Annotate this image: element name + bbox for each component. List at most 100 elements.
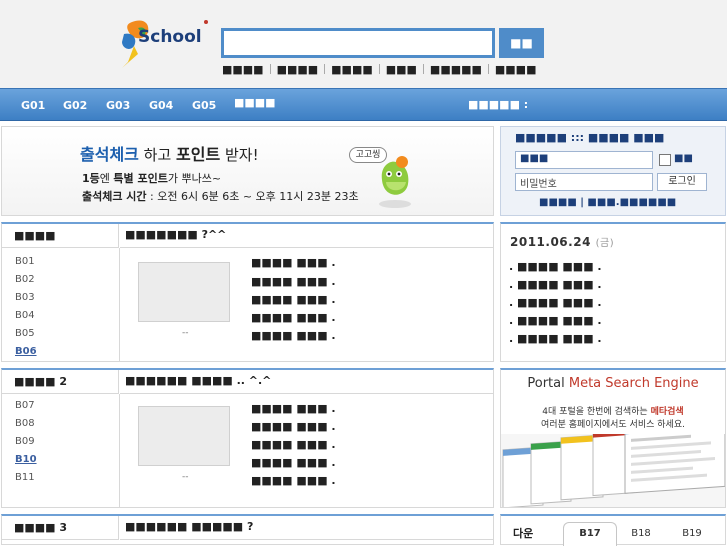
meta-title: Portal Meta Search Engine [501,376,725,391]
block-subtitle: ■■■■■■■ ?^^ [120,224,493,248]
id-field[interactable]: ■■■ [515,151,653,169]
signup-link[interactable]: ■■■■ [539,197,577,208]
banner-text: 받자! [220,146,258,164]
thumbnail[interactable] [138,406,230,466]
svg-text:School: School [138,27,202,47]
category-link[interactable]: B05 [15,328,35,339]
find-account-link[interactable]: ■■■.■■■■■■ [587,197,676,208]
divider: | [580,197,584,208]
article-link[interactable]: ■■■■ ■■■ . [251,456,336,469]
quick-link[interactable]: ■■■■ [271,63,325,76]
block-subtitle: ■■■■■■ ■■■■■ ? [120,516,493,540]
search-box [221,28,495,58]
nav-item-g02[interactable]: G02 [63,89,87,120]
category-link[interactable]: B09 [15,436,35,447]
login-button[interactable]: 로그인 [657,173,707,191]
quick-link[interactable]: ■■■■ [325,63,379,76]
banner-text: 가 뿌나쓰~ [168,172,221,185]
article-link[interactable]: ■■■■ ■■■ . [251,311,336,324]
meta-desc: 여러분 홈페이지에서도 서비스 하세요. [501,417,725,430]
block-title: ■■■■ 3 [2,516,119,540]
nav-item-g01[interactable]: G01 [21,89,45,120]
category-link-active[interactable]: B10 [15,454,37,465]
quick-link[interactable]: ■■■■ [489,63,543,76]
banner-text: : 오전 6시 6분 6초 ~ 오후 11시 23분 23초 [147,190,359,203]
quick-link[interactable]: ■■■■ [222,63,270,76]
meta-search-banner[interactable]: Portal Meta Search Engine 4대 포털을 한번에 검색하… [500,368,726,508]
remember-checkbox[interactable] [659,154,671,166]
category-link[interactable]: B03 [15,292,35,303]
banner-bold: 출석체크 시간 [82,190,147,203]
banner-keyword: 출석체크 [80,145,139,164]
banner-text: 엔 [100,172,114,185]
category-link[interactable]: B11 [15,472,35,483]
article-link[interactable]: ■■■■ ■■■ . [251,420,336,433]
meta-title-text: Portal [527,376,568,391]
thumbnail-caption: -- [182,472,189,482]
block-title: ■■■■ [2,224,119,248]
article-link[interactable]: ■■■■ ■■■ . [251,402,336,415]
notice-link[interactable]: . ■■■■ ■■■ . [509,260,602,273]
meta-title-highlight: Meta Search Engine [569,376,699,391]
category-link[interactable]: B01 [15,256,35,267]
block-subtitle: ■■■■■■ ■■■■ .. ^.^ [120,370,493,394]
article-link[interactable]: ■■■■ ■■■ . [251,275,336,288]
weekday: (금) [596,238,615,249]
login-box: ■■■■■ ::: ■■■■ ■■■ ■■■ ■■ 비밀번호 로그인 ■■■■ … [500,126,726,216]
header: School ■■ ■■■■ ■■■■ ■■■■ ■■■ ■■■■■ ■■■■ [0,0,727,88]
banner-keyword: 포인트 [176,145,220,164]
thumbnail[interactable] [138,262,230,322]
nav-item-g05[interactable]: G05 [192,89,216,120]
nav-right-text: ■■■■■ : [468,89,528,120]
date-box: 2011.06.24 (금) . ■■■■ ■■■ . . ■■■■ ■■■ .… [500,222,726,362]
login-title: ■■■■■ ::: ■■■■ ■■■ [515,131,664,144]
block-title: ■■■■ 2 [2,370,119,394]
notice-link[interactable]: . ■■■■ ■■■ . [509,296,602,309]
notice-link[interactable]: . ■■■■ ■■■ . [509,332,602,345]
main-nav: G01 G02 G03 G04 G05 ■■■■ ■■■■■ : [0,88,727,121]
nav-item-g03[interactable]: G03 [106,89,130,120]
attendance-banner[interactable]: 출석체크 하고 포인트 받자! 1등엔 특별 포인트가 뿌나쓰~ 출석체크 시간… [1,126,494,216]
quick-link[interactable]: ■■■ [380,63,423,76]
meta-desc-text: 4대 포털을 한번에 검색하는 [542,407,650,417]
remember-label: ■■ [674,153,693,164]
article-link[interactable]: ■■■■ ■■■ . [251,438,336,451]
screenshots-image [501,434,726,508]
article-link[interactable]: ■■■■ ■■■ . [251,293,336,306]
tab-b18[interactable]: B18 [614,522,668,546]
tabs-label: 다운 [513,525,533,541]
banner-time: 출석체크 시간 : 오전 6시 6분 6초 ~ 오후 11시 23분 23초 [82,188,359,204]
quick-links: ■■■■ ■■■■ ■■■■ ■■■ ■■■■■ ■■■■ [222,62,542,76]
banner-subline: 1등엔 특별 포인트가 뿌나쓰~ [82,170,221,186]
quick-link[interactable]: ■■■■■ [424,63,488,76]
banner-bold: 1등 [82,172,100,185]
password-field[interactable]: 비밀번호 [515,173,653,191]
article-link[interactable]: ■■■■ ■■■ . [251,474,336,487]
banner-bold: 특별 포인트 [113,172,167,185]
category-link-active[interactable]: B06 [15,346,37,357]
notice-link[interactable]: . ■■■■ ■■■ . [509,314,602,327]
date-text: 2011.06.24 [510,235,591,249]
nav-item-g04[interactable]: G04 [149,89,173,120]
nav-item-more[interactable]: ■■■■ [234,89,276,120]
category-link[interactable]: B07 [15,400,35,411]
category-link[interactable]: B04 [15,310,35,321]
notice-link[interactable]: . ■■■■ ■■■ . [509,278,602,291]
tab-b19[interactable]: B19 [665,522,719,546]
category-link[interactable]: B08 [15,418,35,429]
board-block-1: ■■■■ ■■■■■■■ ?^^ B01 B02 B03 B04 B05 B06… [1,222,494,362]
article-link[interactable]: ■■■■ ■■■ . [251,329,336,342]
banner-headline: 출석체크 하고 포인트 받자! [80,141,259,165]
tab-b17[interactable]: B17 [563,522,617,546]
banner-text: 하고 [139,146,176,164]
meta-desc: 4대 포털을 한번에 검색하는 메타검색 [501,404,725,417]
meta-desc-highlight: 메타검색 [651,407,684,417]
site-logo[interactable]: School [118,18,210,70]
divider [119,248,120,361]
search-button[interactable]: ■■ [499,28,544,58]
board-block-2: ■■■■ 2 ■■■■■■ ■■■■ .. ^.^ B07 B08 B09 B1… [1,368,494,508]
category-link[interactable]: B02 [15,274,35,285]
search-input[interactable] [224,31,492,55]
article-link[interactable]: ■■■■ ■■■ . [251,256,336,269]
login-links: ■■■■ | ■■■.■■■■■■ [539,197,676,208]
